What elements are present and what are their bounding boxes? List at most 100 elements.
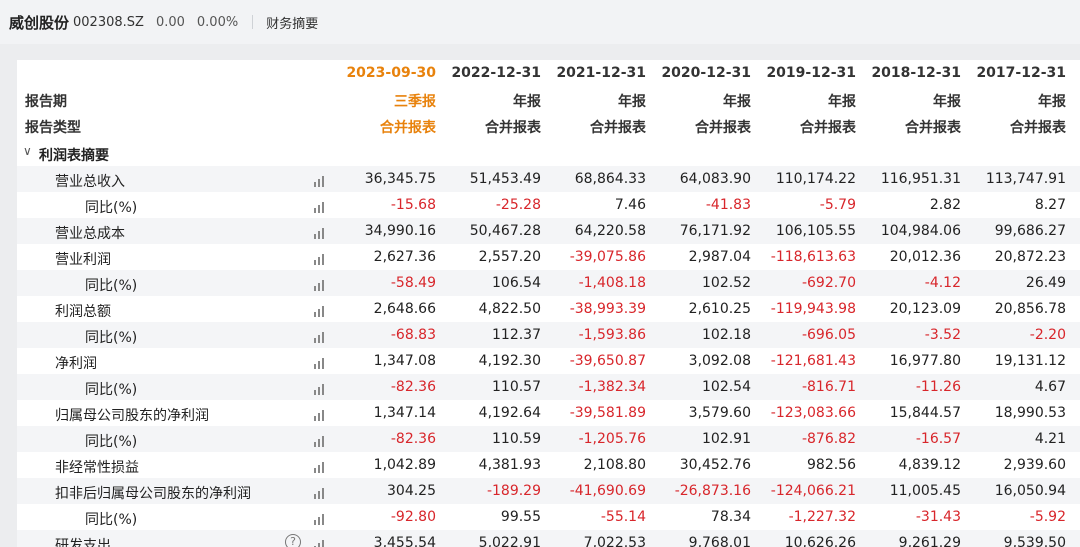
value-cell: 8.27 [1034,197,1066,213]
row-label: 同比(%) [85,434,138,450]
value-cell: 2,627.36 [373,249,436,265]
table-row: 同比(%) -92.80 99.55 -55.14 78.34 -1,227.32 -31.… [17,504,1080,530]
value-cell: -1,408.18 [578,275,646,291]
table-row: 同比(%) -68.83 112.37 -1,593.86 102.18 -696.05 -… [17,322,1080,348]
value-cell: 1,347.08 [373,353,436,369]
value-cell: 99.55 [500,509,541,525]
column-date[interactable]: 2022-12-31 [436,65,541,81]
value-cell: 2.82 [929,197,961,213]
column-date[interactable]: 2020-12-31 [646,65,751,81]
value-cell: 4,822.50 [478,301,541,317]
column-date[interactable]: 2021-12-31 [541,65,646,81]
value-cell: 2,557.20 [478,249,541,265]
value-cell: 106,105.55 [775,223,856,239]
section-income-statement[interactable]: ∨ 利润表摘要 [17,140,1080,166]
value-cell: -124,066.21 [770,483,856,499]
column-date[interactable]: 2018-12-31 [856,65,961,81]
column-report-type[interactable]: 合并报表 [751,117,856,137]
bar-chart-icon[interactable] [313,461,327,473]
row-label: 净利润 [55,356,97,372]
value-cell: 304.25 [387,483,436,499]
column-date[interactable]: 2017-12-31 [961,65,1066,81]
tab-financial-summary[interactable]: 财务摘要 [266,13,318,32]
header-row-report-type: 报告类型 合并报表 合并报表 合并报表 合并报表 合并报表 合并报表 合并报表 [17,112,1080,138]
value-cell: 4.67 [1034,379,1066,395]
table-row: 同比(%) -82.36 110.59 -1,205.76 102.91 -876.82 -… [17,426,1080,452]
column-report-type[interactable]: 合并报表 [436,117,541,137]
value-cell: 2,987.04 [688,249,751,265]
column-period[interactable]: 年报 [541,91,646,111]
value-cell: -3.52 [924,327,961,343]
table-row: 利润总额 2,648.66 4,822.50 -38,993.39 2,610.25 -1… [17,296,1080,322]
value-cell: 4,192.64 [478,405,541,421]
value-cell: -38,993.39 [569,301,646,317]
chevron-down-icon[interactable]: ∨ [23,144,32,158]
column-period[interactable]: 年报 [436,91,541,111]
value-cell: -92.80 [390,509,436,525]
column-period[interactable]: 年报 [856,91,961,111]
value-cell: 15,844.57 [889,405,961,421]
column-period[interactable]: 年报 [646,91,751,111]
period-label: 报告期 [25,94,67,110]
column-date[interactable]: 2019-12-31 [751,65,856,81]
table-row: 净利润 1,347.08 4,192.30 -39,650.87 3,092.08 -12… [17,348,1080,374]
table-row: 营业总成本 34,990.16 50,467.28 64,220.58 76,171.9… [17,218,1080,244]
value-cell: 110.59 [492,431,541,447]
value-cell: 112.37 [492,327,541,343]
bar-chart-icon[interactable] [313,383,327,395]
bar-chart-icon[interactable] [313,175,327,187]
value-cell: 2,108.80 [583,457,646,473]
value-cell: -4.12 [924,275,961,291]
value-cell: 2,648.66 [373,301,436,317]
value-cell: 4,839.12 [898,457,961,473]
column-period[interactable]: 年报 [961,91,1066,111]
value-cell: 7.46 [614,197,646,213]
column-period[interactable]: 年报 [751,91,856,111]
header-row-dates: 2023-09-30 2022-12-31 2021-12-31 2020-12-31… [17,60,1080,86]
value-cell: 4,381.93 [478,457,541,473]
value-cell: -25.28 [495,197,541,213]
value-cell: 102.91 [702,431,751,447]
bar-chart-icon[interactable] [313,201,327,213]
bar-chart-icon[interactable] [313,357,327,369]
column-report-type[interactable]: 合并报表 [541,117,646,137]
bar-chart-icon[interactable] [313,409,327,421]
bar-chart-icon[interactable] [313,227,327,239]
bar-chart-icon[interactable] [313,279,327,291]
table-row: 扣非后归属母公司股东的净利润 304.25 -189.29 -41,690.69 -26… [17,478,1080,504]
row-label: 营业总收入 [55,174,125,190]
value-cell: -39,075.86 [569,249,646,265]
value-cell: 68,864.33 [574,171,646,187]
bar-chart-icon[interactable] [313,539,327,547]
value-cell: 116,951.31 [880,171,961,187]
table-row: 归属母公司股东的净利润 1,347.14 4,192.64 -39,581.89 3,5… [17,400,1080,426]
value-cell: 2,610.25 [688,301,751,317]
stock-price: 0.00 [155,14,185,30]
value-cell: 4,192.30 [478,353,541,369]
value-cell: 9,539.50 [1003,535,1066,547]
value-cell: 20,856.78 [994,301,1066,317]
bar-chart-icon[interactable] [313,435,327,447]
table-row: 同比(%) -82.36 110.57 -1,382.34 102.54 -816.71 -… [17,374,1080,400]
value-cell: 20,012.36 [889,249,961,265]
column-report-type[interactable]: 合并报表 [856,117,961,137]
column-report-type[interactable]: 合并报表 [961,117,1066,137]
value-cell: 20,872.23 [994,249,1066,265]
value-cell: 16,977.80 [889,353,961,369]
bar-chart-icon[interactable] [313,513,327,525]
value-cell: -31.43 [915,509,961,525]
value-cell: -15.68 [390,197,436,213]
header-row-period: 报告期 三季报 年报 年报 年报 年报 年报 年报 [17,86,1080,112]
value-cell: 982.56 [807,457,856,473]
bar-chart-icon[interactable] [313,253,327,265]
column-report-type[interactable]: 合并报表 [646,117,751,137]
value-cell: 110.57 [492,379,541,395]
value-cell: 102.18 [702,327,751,343]
question-circle-icon[interactable]: ? [285,534,301,547]
bar-chart-icon[interactable] [313,305,327,317]
bar-chart-icon[interactable] [313,487,327,499]
value-cell: 106.54 [492,275,541,291]
bar-chart-icon[interactable] [313,331,327,343]
row-label: 同比(%) [85,200,138,216]
table-row: 研发支出? 3,455.54 5,022.91 7,022.53 9,768.01 10,… [17,530,1080,547]
